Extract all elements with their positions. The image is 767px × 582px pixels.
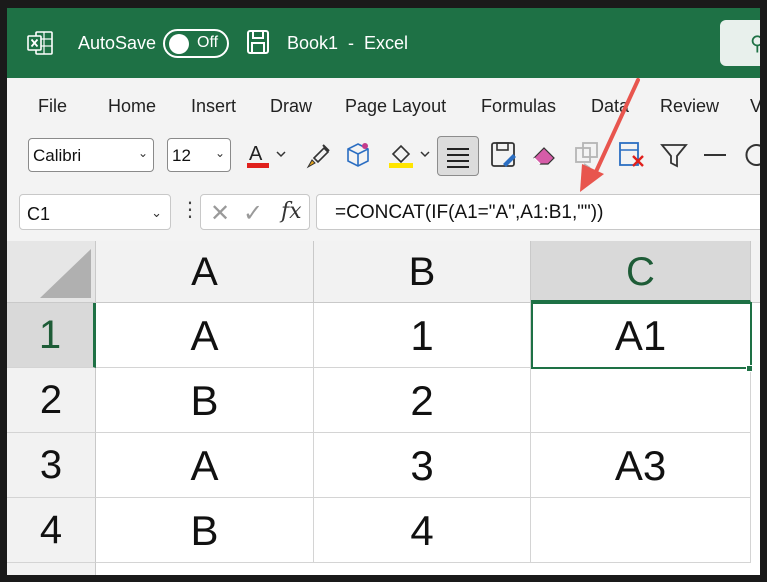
font-color-icon[interactable]: A	[246, 140, 286, 170]
chevron-down-icon: ⌄	[137, 146, 148, 160]
tab-file[interactable]: File	[38, 96, 67, 117]
more-options-icon[interactable]: ⋮	[180, 200, 200, 220]
tab-page-layout[interactable]: Page Layout	[345, 96, 446, 117]
row-header-4[interactable]: 4	[7, 498, 96, 563]
formula-input[interactable]: =CONCAT(IF(A1="A",A1:B1,""))	[316, 194, 760, 230]
fill-color-icon[interactable]	[387, 140, 431, 170]
tab-home[interactable]: Home	[108, 96, 156, 117]
column-header-c[interactable]: C	[531, 241, 751, 303]
person-icon: ⚲	[750, 33, 760, 55]
excel-window: AutoSave Off Book1 - Excel ⚲ File Home I…	[7, 8, 760, 575]
select-all-button[interactable]	[7, 241, 96, 303]
select-all-triangle-icon	[40, 249, 91, 298]
worksheet-grid: A B C 1 A 1 A1 2 B 2 3 A 3 A3 4 B 4	[7, 241, 760, 575]
ribbon-toolbar: Calibri ⌄ 12 ⌄ A	[7, 130, 760, 186]
cell-a3[interactable]: A	[96, 433, 314, 498]
font-size-select[interactable]: 12 ⌄	[167, 138, 231, 172]
cell-a4[interactable]: B	[96, 498, 314, 563]
cell-c4[interactable]	[531, 498, 751, 563]
font-name-select[interactable]: Calibri ⌄	[28, 138, 154, 172]
align-center-icon	[447, 148, 469, 168]
align-center-button[interactable]	[437, 136, 479, 176]
row-header-5[interactable]	[7, 563, 96, 575]
column-header-a[interactable]: A	[96, 241, 314, 303]
cancel-icon[interactable]: ✕	[210, 199, 230, 228]
fill-handle[interactable]	[746, 365, 753, 372]
cell-c2[interactable]	[531, 368, 751, 433]
rotate-icon[interactable]	[742, 140, 760, 170]
title-bar: AutoSave Off Book1 - Excel ⚲	[7, 8, 760, 78]
insert-function-button[interactable]: fx	[281, 199, 302, 224]
formula-text: =CONCAT(IF(A1="A",A1:B1,""))	[335, 202, 604, 223]
row-header-3[interactable]: 3	[7, 433, 96, 498]
autosave-label: AutoSave	[78, 33, 157, 53]
active-cell-border	[531, 302, 752, 369]
excel-logo-icon	[27, 31, 53, 55]
cube-icon[interactable]	[343, 140, 373, 170]
save-as-icon[interactable]	[489, 140, 519, 170]
cell-b4[interactable]: 4	[314, 498, 531, 563]
chevron-down-icon: ⌄	[151, 205, 162, 220]
formula-bar: C1 ⌄ ⋮ ✕ ✓ fx =CONCAT(IF(A1="A",A1:B1,""…	[7, 186, 760, 242]
format-painter-icon[interactable]	[304, 140, 334, 170]
formula-controls: ✕ ✓ fx	[200, 194, 310, 230]
name-box[interactable]: C1 ⌄	[19, 194, 171, 230]
ribbon-tabs: File Home Insert Draw Page Layout Formul…	[7, 78, 760, 130]
copy-icon[interactable]	[572, 140, 602, 170]
row-header-1[interactable]: 1	[7, 303, 96, 368]
save-icon[interactable]	[246, 29, 270, 55]
document-title: Book1 - Excel	[287, 33, 409, 53]
tab-review[interactable]: Review	[660, 96, 719, 117]
cell-b2[interactable]: 2	[314, 368, 531, 433]
tab-insert[interactable]: Insert	[191, 96, 236, 117]
tab-draw[interactable]: Draw	[270, 96, 312, 117]
tab-data[interactable]: Data	[591, 96, 629, 117]
name-box-value: C1	[27, 204, 51, 224]
account-button[interactable]: ⚲	[720, 20, 760, 66]
cell-b1[interactable]: 1	[314, 303, 531, 368]
filter-icon[interactable]	[659, 140, 689, 170]
column-header-b[interactable]: B	[314, 241, 531, 303]
font-name-value: Calibri	[33, 146, 82, 165]
row-header-2[interactable]: 2	[7, 368, 96, 433]
cell-a1[interactable]: A	[96, 303, 314, 368]
line-icon[interactable]	[700, 140, 730, 170]
toggle-knob	[169, 34, 189, 54]
column-header-d[interactable]	[751, 241, 760, 303]
eraser-icon[interactable]	[530, 140, 560, 170]
cell-b3[interactable]: 3	[314, 433, 531, 498]
screenshot-frame: AutoSave Off Book1 - Excel ⚲ File Home I…	[0, 0, 767, 582]
chevron-down-icon: ⌄	[214, 146, 225, 160]
autosave-state: Off	[197, 34, 219, 51]
tab-view[interactable]: View	[750, 96, 760, 117]
clear-icon[interactable]	[617, 140, 647, 170]
autosave-toggle[interactable]: Off	[163, 29, 229, 58]
cell-a2[interactable]: B	[96, 368, 314, 433]
font-size-value: 12	[172, 146, 191, 165]
tab-formulas[interactable]: Formulas	[481, 96, 556, 117]
svg-text:A: A	[249, 143, 263, 165]
cell-c3[interactable]: A3	[531, 433, 751, 498]
enter-icon[interactable]: ✓	[243, 199, 263, 228]
